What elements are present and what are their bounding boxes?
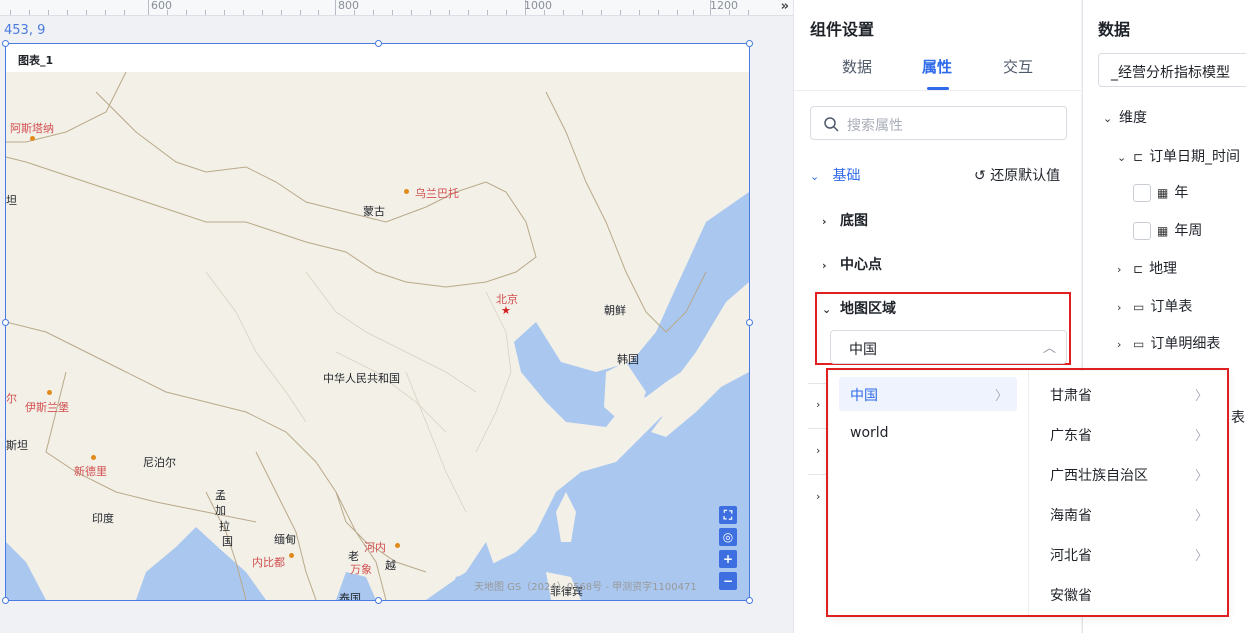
- chevron-right-icon: ›: [822, 215, 827, 228]
- chevron-down-icon: ⌄: [810, 170, 820, 183]
- ruler-label-600: 600: [151, 0, 172, 12]
- tree-geo[interactable]: › ⊏ 地理: [1117, 258, 1177, 278]
- chevron-down-icon: ⌄: [1117, 151, 1127, 164]
- resize-handle-br[interactable]: [746, 597, 753, 604]
- map-label-bangla1: 孟: [215, 489, 226, 502]
- search-icon: [824, 117, 839, 132]
- map-label-bangla3: 拉: [219, 520, 230, 533]
- group-map-region[interactable]: ⌄ 地图区域: [822, 298, 896, 318]
- date-field-icon: ▦: [1157, 186, 1169, 200]
- locate-icon[interactable]: ◎: [719, 528, 737, 546]
- tree-dimension[interactable]: ⌄ 维度: [1103, 107, 1147, 127]
- map-label-thailand: 泰国: [339, 592, 361, 600]
- resize-handle-t[interactable]: [375, 40, 382, 47]
- hierarchy-icon: ⊏: [1133, 150, 1144, 164]
- map-region-value: 中国: [849, 342, 877, 358]
- map-label-india: 印度: [92, 512, 114, 525]
- ruler-label-1000: 1000: [524, 0, 552, 12]
- data-panel-title: 数据: [1098, 20, 1131, 39]
- resize-handle-bl[interactable]: [2, 597, 9, 604]
- tree-order-date[interactable]: ⌄ ⊏ 订单日期_时间: [1117, 146, 1240, 166]
- map-background: [6, 72, 749, 600]
- reset-icon: ↺: [974, 168, 986, 184]
- horizontal-ruler: 600 800 1000 1200 »: [0, 0, 793, 16]
- expand-panel-icon[interactable]: »: [781, 0, 789, 14]
- chevron-right-icon: ›: [1117, 263, 1122, 276]
- property-search-input[interactable]: 搜索属性: [810, 106, 1067, 140]
- chevron-up-icon: ︿: [1042, 341, 1056, 356]
- chevron-right-icon: ›: [822, 259, 827, 272]
- tree-partial-label: 表: [1231, 410, 1245, 426]
- chevron-right-icon[interactable]: ›: [816, 490, 820, 503]
- map-label-naypyidaw: 内比都: [252, 556, 285, 569]
- map-label-er: 尔: [6, 392, 17, 405]
- design-canvas[interactable]: 600 800 1000 1200 » 453, 9 图表_1 阿斯塔纳 乌兰巴…: [0, 0, 793, 633]
- resize-handle-tl[interactable]: [2, 40, 9, 47]
- map-label-bangla4: 国: [222, 535, 233, 548]
- map-label-korea: 韩国: [617, 353, 639, 366]
- map-label-asitana: 阿斯塔纳: [10, 122, 54, 135]
- tab-properties[interactable]: 属性: [922, 56, 952, 77]
- map-label-pyongyang: 朝鲜: [604, 304, 626, 317]
- resize-handle-l[interactable]: [2, 319, 9, 326]
- map-label-nepal: 尼泊尔: [143, 456, 176, 469]
- map-view[interactable]: 阿斯塔纳 乌兰巴托 蒙古 北京 ★ 朝鲜 韩国 中华人民共和国 坦 尔 伊斯兰堡…: [6, 72, 749, 600]
- map-label-myanmar: 缅甸: [274, 533, 296, 546]
- group-center-point[interactable]: › 中心点: [822, 254, 882, 274]
- map-label-mongolia: 蒙古: [363, 205, 385, 218]
- map-label-ulanbator: 乌兰巴托: [415, 187, 459, 200]
- checkbox[interactable]: [1133, 184, 1151, 202]
- tree-year[interactable]: ▦ 年: [1133, 182, 1188, 202]
- section-basic[interactable]: ⌄ 基础: [810, 165, 860, 185]
- tab-data[interactable]: 数据: [842, 56, 872, 77]
- reset-default-button[interactable]: ↺ 还原默认值: [974, 165, 1060, 185]
- zoom-in-button[interactable]: +: [719, 550, 737, 568]
- map-chart-component[interactable]: 图表_1 阿斯塔纳 乌兰巴托 蒙古 北京 ★ 朝鲜 韩国 中华人民共和国 坦 尔…: [2, 40, 753, 604]
- map-label-islamabad: 伊斯兰堡: [25, 401, 69, 414]
- chevron-right-icon[interactable]: ›: [816, 444, 820, 457]
- map-region-select[interactable]: 中国 ︿: [830, 330, 1067, 364]
- ruler-label-800: 800: [338, 0, 359, 12]
- fullscreen-icon[interactable]: ⛶: [719, 506, 737, 524]
- capital-star-icon: ★: [501, 304, 511, 317]
- date-field-icon: ▦: [1157, 224, 1169, 238]
- chevron-right-icon: ›: [1117, 301, 1122, 314]
- resize-handle-r[interactable]: [746, 319, 753, 326]
- map-label-bangla2: 加: [215, 504, 226, 517]
- tree-order-table[interactable]: › ▭ 订单表: [1117, 296, 1192, 316]
- map-label-newdelhi: 新德里: [74, 465, 107, 478]
- resize-handle-tr[interactable]: [746, 40, 753, 47]
- group-basemap[interactable]: › 底图: [822, 210, 868, 230]
- tab-interaction[interactable]: 交互: [1003, 56, 1033, 77]
- model-value: _经营分析指标模型: [1111, 65, 1230, 81]
- folder-icon: ▭: [1133, 300, 1145, 314]
- chart-title: 图表_1: [18, 54, 54, 67]
- zoom-out-button[interactable]: −: [719, 572, 737, 590]
- map-label-viet: 越: [385, 559, 396, 572]
- settings-title: 组件设置: [810, 20, 875, 39]
- chevron-right-icon[interactable]: ›: [816, 398, 820, 411]
- chevron-down-icon: ⌄: [1103, 112, 1113, 125]
- map-label-stan: 斯坦: [6, 439, 28, 452]
- resize-handle-b[interactable]: [375, 597, 382, 604]
- hierarchy-icon: ⊏: [1133, 262, 1144, 276]
- search-placeholder: 搜索属性: [847, 118, 903, 134]
- map-label-partial: 坦: [6, 194, 17, 207]
- map-attribution: 天地图 GS（2024）0568号 - 甲测资字1100471: [474, 582, 697, 593]
- chevron-right-icon: ›: [1117, 338, 1122, 351]
- map-label-china: 中华人民共和国: [323, 372, 400, 385]
- tree-year-week[interactable]: ▦ 年周: [1133, 220, 1202, 240]
- ruler-label-1200: 1200: [710, 0, 738, 12]
- cursor-coordinates: 453, 9: [4, 23, 46, 38]
- map-label-vientiane: 万象: [350, 563, 372, 576]
- folder-icon: ▭: [1133, 337, 1145, 351]
- tree-order-detail[interactable]: › ▭ 订单明细表: [1117, 333, 1220, 353]
- model-select[interactable]: _经营分析指标模型: [1098, 53, 1246, 87]
- highlight-box-cascader: [826, 368, 1229, 617]
- chevron-down-icon: ⌄: [822, 303, 832, 316]
- checkbox[interactable]: [1133, 222, 1151, 240]
- map-label-hanoi: 河内: [364, 541, 386, 554]
